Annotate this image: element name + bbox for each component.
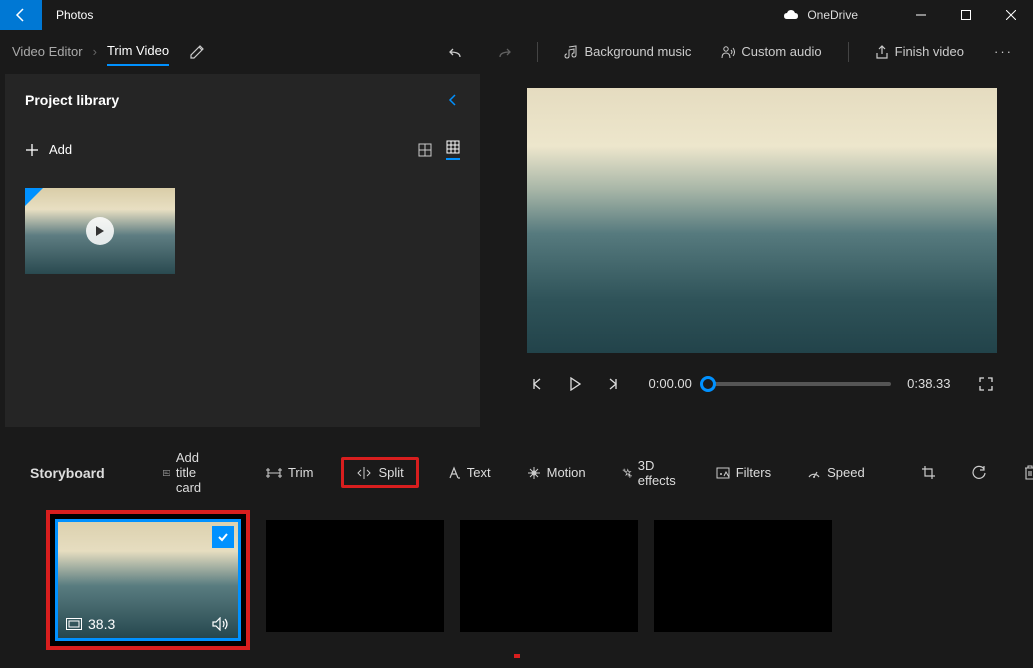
crop-button[interactable] [913,462,944,483]
app-title: Photos [42,8,93,22]
edit-icon[interactable] [189,44,205,60]
storyboard-title: Storyboard [30,465,105,481]
filters-button[interactable]: Filters [708,462,779,483]
play-button[interactable] [565,375,585,393]
add-label: Add [49,142,72,157]
plus-icon [25,143,39,157]
motion-button[interactable]: Motion [519,462,594,483]
playback-controls: 0:00.00 0:38.33 [527,375,997,393]
trim-label: Trim [288,465,314,480]
grid-small-button[interactable] [446,140,460,160]
grid-small-icon [446,140,460,154]
custom-audio-button[interactable]: Custom audio [713,40,829,63]
split-button[interactable]: Split [348,462,411,483]
trim-icon [266,467,282,479]
clip-selected-highlight: 38.3 [46,510,250,650]
storyboard-clip-empty[interactable] [266,520,444,632]
rotate-button[interactable] [964,462,995,483]
speed-label: Speed [827,465,865,480]
music-icon [564,45,578,59]
more-button[interactable]: ··· [986,40,1021,63]
back-button[interactable] [0,0,42,30]
person-audio-icon [721,45,735,59]
breadcrumb-root[interactable]: Video Editor [12,44,83,59]
storyboard-clip-empty[interactable] [460,520,638,632]
text-button[interactable]: Text [439,462,499,483]
text-icon [447,466,461,480]
export-icon [875,45,889,59]
background-music-label: Background music [584,44,691,59]
fullscreen-button[interactable] [975,375,997,393]
add-title-card-button[interactable]: Add title card [155,447,218,498]
play-overlay-icon [86,217,114,245]
text-label: Text [467,465,491,480]
undo-button[interactable] [441,40,473,64]
effects-icon [622,466,632,480]
3d-effects-button[interactable]: 3D effects [614,455,688,491]
trim-button[interactable]: Trim [258,462,322,483]
onedrive-status[interactable]: OneDrive [783,8,898,22]
toolbar: Video Editor › Trim Video Background mus… [0,30,1033,74]
storyboard-clip[interactable]: 38.3 [55,519,241,641]
clip-duration: 38.3 [88,616,115,632]
motion-icon [527,466,541,480]
collapse-icon[interactable] [446,93,460,107]
speed-button[interactable]: Speed [799,462,873,483]
filters-icon [716,466,730,480]
project-library-panel: Project library Add [5,74,480,427]
onedrive-label: OneDrive [807,8,858,22]
3d-effects-label: 3D effects [638,458,680,488]
add-button[interactable]: Add [25,142,72,157]
clips-row: 38.3 [30,520,1003,650]
next-frame-button[interactable] [601,375,623,393]
library-clip[interactable] [25,188,175,274]
timeline-marker [514,654,520,658]
filters-label: Filters [736,465,771,480]
split-icon [356,467,372,479]
seek-bar[interactable] [708,382,891,386]
seek-knob[interactable] [700,376,716,392]
cloud-icon [783,10,799,20]
add-title-card-label: Add title card [176,450,210,495]
split-label: Split [378,465,403,480]
speed-icon [807,466,821,480]
video-preview[interactable] [527,88,997,353]
storyboard-clip-empty[interactable] [654,520,832,632]
split-highlight: Split [341,457,418,488]
maximize-button[interactable] [943,0,988,30]
current-time: 0:00.00 [649,376,692,391]
volume-icon[interactable] [212,617,230,631]
finish-video-label: Finish video [895,44,964,59]
minimize-button[interactable] [898,0,943,30]
motion-label: Motion [547,465,586,480]
title-card-icon [163,467,170,479]
clip-icon [66,618,82,630]
close-button[interactable] [988,0,1033,30]
custom-audio-label: Custom audio [741,44,821,59]
main-area: Project library Add [0,74,1033,427]
breadcrumb-project[interactable]: Trim Video [107,43,169,66]
grid-large-icon[interactable] [418,143,432,157]
selected-corner-icon [25,188,43,206]
storyboard-panel: Storyboard Add title card Trim Split Tex… [0,427,1033,668]
delete-button[interactable] [1015,462,1033,483]
total-time: 0:38.33 [907,376,950,391]
redo-button[interactable] [487,40,519,64]
chevron-right-icon: › [93,44,97,59]
divider [537,42,538,62]
prev-frame-button[interactable] [527,375,549,393]
titlebar: Photos OneDrive [0,0,1033,30]
breadcrumb: Video Editor › Trim Video [12,37,205,66]
background-music-button[interactable]: Background music [556,40,699,63]
finish-video-button[interactable]: Finish video [867,40,972,63]
library-title: Project library [25,92,119,108]
check-icon [212,526,234,548]
divider [848,42,849,62]
preview-panel: 0:00.00 0:38.33 [480,74,1033,427]
